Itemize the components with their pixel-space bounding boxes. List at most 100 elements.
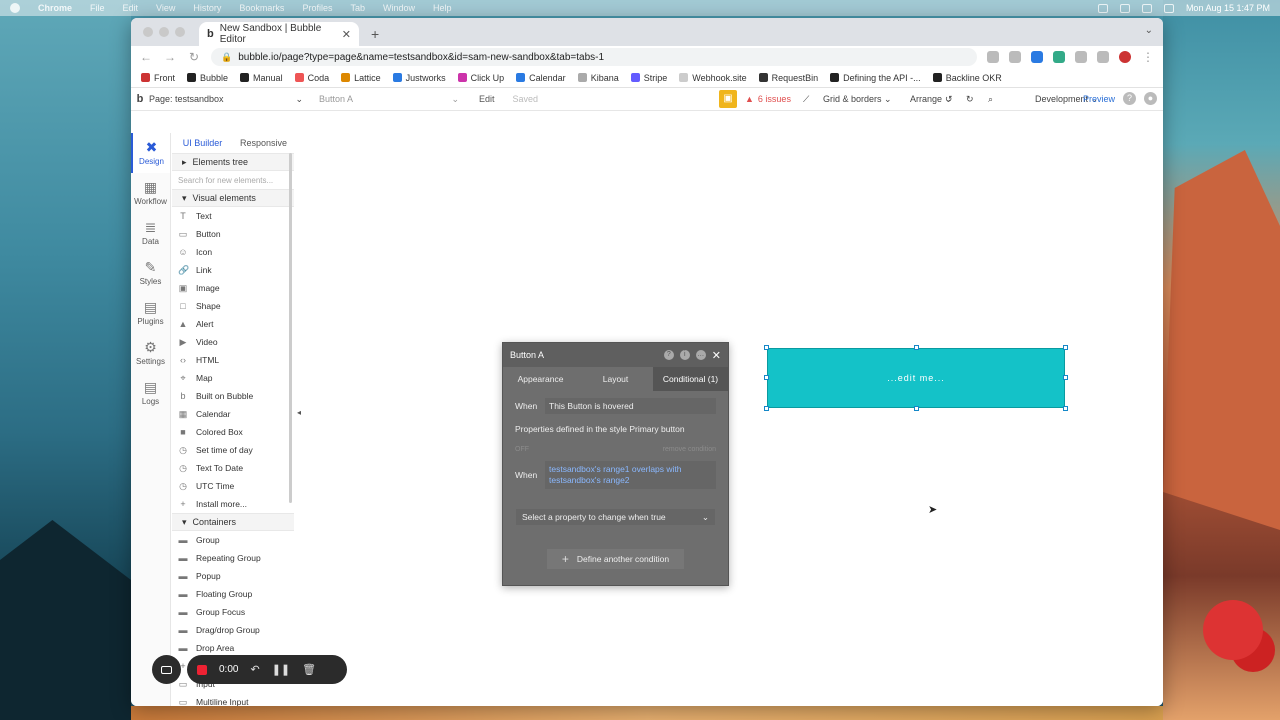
wifi-icon[interactable] [1141,3,1152,13]
bookmark-justworks[interactable]: Justworks [392,73,446,83]
profile-avatar-icon[interactable] [1119,51,1131,63]
bookmark-lattice[interactable]: Lattice [341,73,381,83]
palette-item[interactable]: ☺ Icon [172,243,294,261]
help-icon[interactable]: ? [1123,92,1136,105]
resize-handle[interactable] [914,406,919,411]
resize-handle[interactable] [914,345,919,350]
resize-handle[interactable] [764,345,769,350]
resize-handle[interactable] [1063,345,1068,350]
tab-layout[interactable]: Layout [578,367,653,391]
button-a-element[interactable]: ...edit me... [767,348,1065,408]
extension-icon[interactable] [1053,51,1065,63]
help-icon[interactable]: ? [663,350,674,360]
palette-item[interactable]: ‹› HTML [172,351,294,369]
define-another-condition-button[interactable]: + Define another condition [547,549,684,569]
back-icon[interactable]: ← [139,50,153,64]
bookmark-backline-okr[interactable]: Backline OKR [932,73,1002,83]
palette-item[interactable]: ▭ Multiline Input [172,693,294,707]
palette-item[interactable]: ▭ Button [172,225,294,243]
palette-item[interactable]: ▬ Repeating Group [172,549,294,567]
stop-recording-icon[interactable] [197,664,207,675]
palette-item[interactable]: ▬ Group [172,531,294,549]
bubble-logo-icon[interactable]: b [131,93,149,105]
bookmark-front[interactable]: Front [141,73,175,83]
preview-button[interactable]: Preview [1083,94,1115,104]
maximize-window-button[interactable] [175,27,185,37]
search-icon[interactable] [1163,3,1174,13]
extension-icon[interactable] [1031,51,1043,63]
nav-settings[interactable]: ⚙ Settings [131,333,170,373]
palette-item[interactable]: □ Shape [172,297,294,315]
bookmark-calendar[interactable]: Calendar [516,73,566,83]
tab-conditional[interactable]: Conditional (1) [653,367,728,391]
undo-icon[interactable]: ↺ [945,94,953,105]
apple-icon[interactable] [10,3,20,13]
bookmark-webhook[interactable]: Webhook.site [679,73,747,83]
search-icon[interactable]: ⌕ [988,94,993,105]
edit-menu[interactable]: Edit [479,94,495,104]
nav-data[interactable]: ≣ Data [131,213,170,253]
comment-icon[interactable]: … [695,350,706,360]
grid-borders-menu[interactable]: Grid & borders ⌄ [823,94,892,105]
element-search-input[interactable]: Search for new elements... [172,171,294,189]
palette-item[interactable]: + Install more... [172,495,294,513]
bookmark-kibana[interactable]: Kibana [577,73,619,83]
palette-item[interactable]: ▦ Calendar [172,405,294,423]
elements-tree-toggle[interactable]: ▸ Elements tree [172,153,294,171]
bookmark-clickup[interactable]: Click Up [457,73,504,83]
visual-elements-header[interactable]: ▾ Visual elements [172,189,294,207]
reload-icon[interactable]: ↻ [187,50,201,64]
bookmark-defining-api[interactable]: Defining the API -... [830,73,921,83]
nav-workflow[interactable]: ▦ Workflow [131,173,170,213]
menu-tab[interactable]: Tab [350,3,365,13]
menu-file[interactable]: File [90,3,105,13]
palette-item[interactable]: 🔗 Link [172,261,294,279]
bookmark-requestbin[interactable]: RequestBin [758,73,818,83]
restart-icon[interactable]: ↶ [250,663,259,676]
palette-item[interactable]: ▬ Popup [172,567,294,585]
menu-window[interactable]: Window [383,3,415,13]
palette-item[interactable]: ◷ Set time of day [172,441,294,459]
palette-item[interactable]: ▬ Group Focus [172,603,294,621]
tab-responsive[interactable]: Responsive [233,138,294,148]
sidebar-icon[interactable] [1097,51,1109,63]
nav-styles[interactable]: ✎ Styles [131,253,170,293]
nav-logs[interactable]: ▤ Logs [131,373,170,413]
trash-icon[interactable]: 🗑 [302,663,316,676]
condition-toggle[interactable]: OFF [515,446,529,453]
menu-app[interactable]: Chrome [38,3,72,13]
bookmark-coda[interactable]: Coda [294,73,329,83]
palette-item[interactable]: ▲ Alert [172,315,294,333]
redo-icon[interactable]: ↻ [966,94,974,105]
element-selector[interactable]: Button A ⌄ [319,94,459,105]
nav-design[interactable]: ✖ Design [131,133,170,173]
camera-toggle-button[interactable] [152,655,181,684]
menu-edit[interactable]: Edit [123,3,139,13]
palette-scrollbar[interactable] [289,153,292,503]
menu-profiles[interactable]: Profiles [302,3,332,13]
bookmark-star-icon[interactable] [1009,51,1021,63]
lock-icon[interactable]: 🔒 [221,52,232,63]
status-icon[interactable] [1097,3,1108,13]
palette-item[interactable]: ◷ UTC Time [172,477,294,495]
tab-ui-builder[interactable]: UI Builder [172,138,233,148]
menu-bookmarks[interactable]: Bookmarks [239,3,284,13]
close-icon[interactable]: ✕ [712,349,721,362]
forward-icon[interactable]: → [163,50,177,64]
palette-item[interactable]: ▬ Drag/drop Group [172,621,294,639]
broom-icon[interactable]: ⟋ [803,94,809,105]
palette-item[interactable]: T Text [172,207,294,225]
resize-handle[interactable] [764,375,769,380]
minimize-window-button[interactable] [159,27,169,37]
resize-handle[interactable] [764,406,769,411]
palette-item[interactable]: ▣ Image [172,279,294,297]
bookmark-stripe[interactable]: Stripe [630,73,667,83]
tab-search-chevron-icon[interactable]: ⌄ [1145,25,1153,36]
tab-appearance[interactable]: Appearance [503,367,578,391]
bookmark-manual[interactable]: Manual [240,73,283,83]
puzzle-icon[interactable] [1075,51,1087,63]
condition-1-expression[interactable]: This Button is hovered [545,398,716,414]
issues-button[interactable]: ▲ 6 issues [745,94,791,104]
condition-2-expression[interactable]: testsandbox's range1 overlaps with tests… [545,461,716,489]
url-text[interactable]: bubble.io/page?type=page&name=testsandbo… [238,52,604,63]
